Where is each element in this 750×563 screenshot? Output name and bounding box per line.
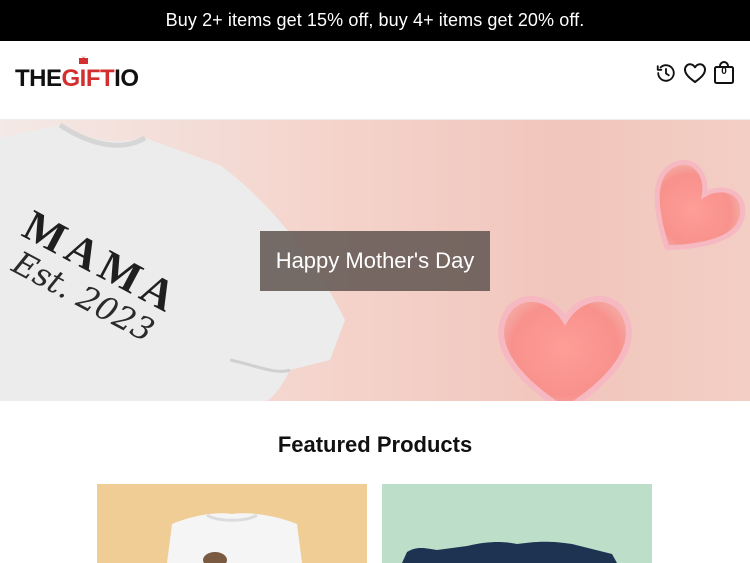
heart-decoration-bottom bbox=[498, 295, 632, 401]
logo-text-gift-label: GIFT bbox=[61, 65, 115, 92]
product-image-1 bbox=[167, 513, 302, 563]
site-header: THE GIFT IO 0 bbox=[0, 41, 750, 120]
product-image-2 bbox=[402, 541, 617, 563]
product-card-1[interactable] bbox=[97, 484, 367, 563]
logo-text-the: THE bbox=[15, 65, 62, 92]
heart-icon bbox=[684, 63, 706, 83]
site-logo[interactable]: THE GIFT IO bbox=[15, 56, 139, 93]
featured-products-title: Featured Products bbox=[277, 432, 473, 457]
wishlist-button[interactable] bbox=[683, 61, 707, 85]
hero-caption-text: Happy Mother's Day bbox=[275, 248, 475, 273]
header-actions: 0 bbox=[654, 61, 736, 85]
cart-button[interactable]: 0 bbox=[712, 61, 736, 85]
hero-caption[interactable]: Happy Mother's Day bbox=[260, 231, 490, 291]
heart-decoration-top bbox=[654, 159, 746, 251]
hero-banner[interactable]: MAMA Est. 2023 Happy Mother's Day bbox=[0, 120, 750, 401]
cart-count-badge: 0 bbox=[721, 66, 727, 77]
logo-text-io: IO bbox=[114, 65, 139, 92]
history-icon bbox=[656, 64, 675, 82]
promo-text: Buy 2+ items get 15% off, buy 4+ items g… bbox=[165, 10, 585, 30]
promo-bar: Buy 2+ items get 15% off, buy 4+ items g… bbox=[0, 0, 750, 41]
gift-box-icon bbox=[78, 56, 88, 64]
logo-text-gift: GIFT bbox=[61, 56, 115, 93]
product-card-2[interactable] bbox=[382, 484, 652, 563]
history-button[interactable] bbox=[654, 61, 678, 85]
